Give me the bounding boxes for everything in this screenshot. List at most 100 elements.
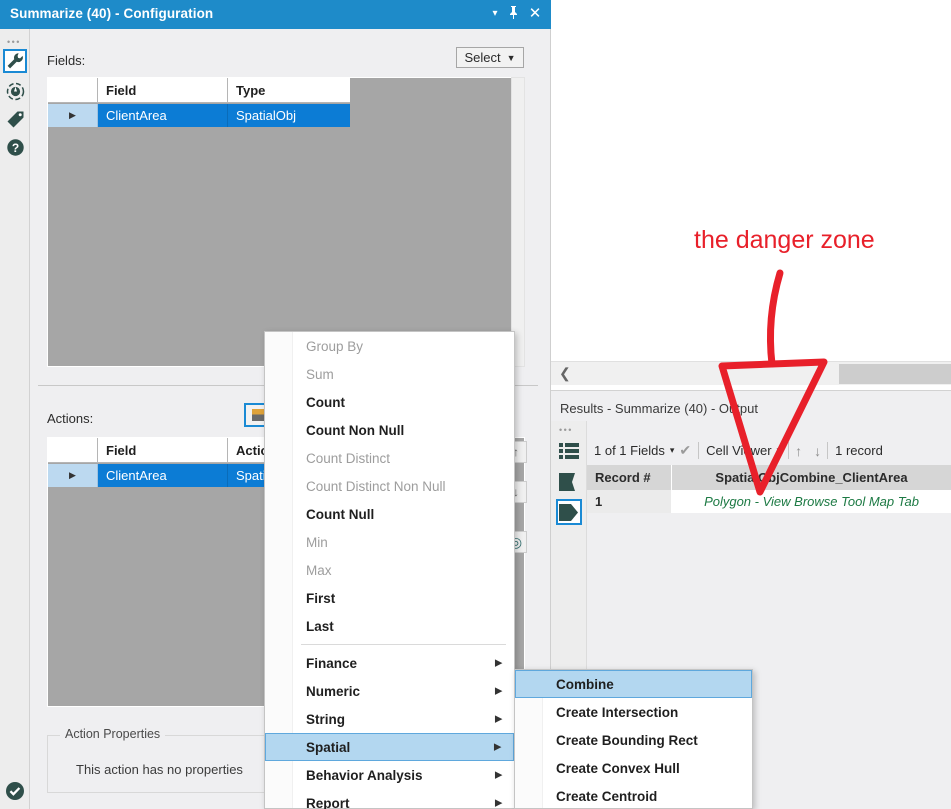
chevron-right-icon: ▶ <box>494 741 501 752</box>
menu-item-label: Group By <box>306 338 364 354</box>
check-icon[interactable]: ✔ <box>679 442 691 459</box>
actions-cell-field[interactable]: ClientArea <box>98 464 228 487</box>
records-list-icon[interactable] <box>556 438 582 464</box>
menu-item-count-distinct-non-null[interactable]: Count Distinct Non Null <box>265 472 514 500</box>
menu-item-label: Min <box>306 534 328 550</box>
results-cell-record: 1 <box>587 490 672 513</box>
submenu-item-create-convex-hull[interactable]: Create Convex Hull <box>515 754 752 782</box>
menu-item-behavior-analysis[interactable]: Behavior Analysis ▶ <box>265 761 514 789</box>
fields-grid-header: Field Type <box>48 78 350 103</box>
action-properties-text: This action has no properties <box>76 762 243 777</box>
target-icon[interactable] <box>3 79 27 103</box>
menu-item-label: Report <box>306 795 350 809</box>
submenu-item-create-intersection[interactable]: Create Intersection <box>515 698 752 726</box>
menu-item-max[interactable]: Max <box>265 556 514 584</box>
menu-item-label: Max <box>306 562 332 578</box>
menu-item-sum[interactable]: Sum <box>265 360 514 388</box>
results-cell-value[interactable]: Polygon - View Browse Tool Map Tab <box>672 490 951 513</box>
config-icon-rail: ••• ? <box>0 29 30 809</box>
target-glyph <box>6 82 24 100</box>
results-title: Results - Summarize (40) - Output <box>560 401 758 416</box>
action-properties-legend: Action Properties <box>60 727 166 741</box>
menu-item-count-null[interactable]: Count Null <box>265 500 514 528</box>
cell-viewer-selector[interactable]: Cell Viewer ▾ <box>699 443 788 458</box>
data-table-icon[interactable] <box>556 469 582 495</box>
fields-vertical-scrollbar[interactable] <box>511 77 525 367</box>
row-handle[interactable]: ▶ <box>48 464 98 487</box>
menu-item-last[interactable]: Last <box>265 612 514 640</box>
menu-item-label: Last <box>306 618 334 634</box>
menu-item-label: First <box>306 590 336 606</box>
row-handle[interactable]: ▶ <box>48 104 98 127</box>
table-row[interactable]: ▶ ClientArea SpatialObj <box>48 104 350 127</box>
menu-item-first[interactable]: First <box>265 584 514 612</box>
close-icon[interactable]: ✕ <box>525 4 545 24</box>
submenu-item-create-centroid[interactable]: Create Centroid <box>515 782 752 809</box>
check-circle-glyph <box>6 782 24 800</box>
chevron-down-icon: ▼ <box>506 52 516 63</box>
menu-item-label: Count <box>306 394 345 410</box>
records-list-glyph <box>559 443 579 459</box>
tag-icon[interactable] <box>3 107 27 131</box>
scroll-left-icon[interactable]: ❮ <box>559 365 571 382</box>
menu-item-group-by[interactable]: Group By <box>265 332 514 360</box>
wrench-glyph <box>7 53 23 69</box>
results-table[interactable]: Record # SpatialObjCombine_ClientArea 1 … <box>587 465 951 513</box>
menu-item-count-distinct[interactable]: Count Distinct <box>265 444 514 472</box>
menu-item-min[interactable]: Min <box>265 528 514 556</box>
submenu-item-create-bounding-rect[interactable]: Create Bounding Rect <box>515 726 752 754</box>
fields-grid[interactable]: Field Type ▶ ClientArea SpatialObj <box>47 77 525 367</box>
pin-icon[interactable] <box>503 4 523 24</box>
menu-item-report[interactable]: Report ▶ <box>265 789 514 809</box>
menu-item-string[interactable]: String ▶ <box>265 705 514 733</box>
fields-header-field: Field <box>98 78 228 102</box>
map-polygon-glyph <box>559 503 578 521</box>
menu-item-spatial[interactable]: Spatial ▶ <box>265 733 514 761</box>
help-icon[interactable]: ? <box>3 135 27 159</box>
action-context-menu[interactable]: Group By Sum Count Count Non Null Count … <box>264 331 515 809</box>
menu-item-numeric[interactable]: Numeric ▶ <box>265 677 514 705</box>
chevron-right-icon: ▶ <box>495 657 502 668</box>
config-title: Summarize (40) - Configuration <box>10 6 214 21</box>
menu-item-label: Count Non Null <box>306 422 405 438</box>
chevron-right-icon: ▶ <box>495 685 502 696</box>
svg-text:?: ? <box>11 141 18 155</box>
spatial-submenu[interactable]: Combine Create Intersection Create Bound… <box>514 669 753 809</box>
menu-item-finance[interactable]: Finance ▶ <box>265 649 514 677</box>
scroll-up-icon[interactable]: ↑ <box>789 443 808 459</box>
check-circle-icon[interactable] <box>5 781 25 804</box>
chevron-right-icon: ▶ <box>495 713 502 724</box>
menu-item-label: Create Intersection <box>556 704 679 720</box>
menu-item-label: Create Centroid <box>556 788 658 804</box>
results-toolbar: 1 of 1 Fields ▾ ✔ Cell Viewer ▾ ↑ ↓ 1 re… <box>587 437 951 464</box>
select-button[interactable]: Select ▼ <box>456 47 524 68</box>
chevron-right-icon: ▶ <box>495 797 502 808</box>
menu-item-count[interactable]: Count <box>265 388 514 416</box>
menu-item-label: String <box>306 711 345 727</box>
scrollbar-thumb[interactable] <box>839 364 951 384</box>
results-header-spatial: SpatialObjCombine_ClientArea <box>715 470 908 485</box>
menu-item-label: Count Distinct Non Null <box>306 478 446 494</box>
app-root: Summarize (40) - Configuration ▾ ✕ ••• ?… <box>0 0 951 809</box>
actions-header-handle <box>48 438 98 462</box>
results-table-header: Record # SpatialObjCombine_ClientArea <box>587 465 951 490</box>
fields-label: Fields: <box>47 53 86 68</box>
scroll-down-icon[interactable]: ↓ <box>808 443 827 459</box>
map-polygon-icon[interactable] <box>556 499 582 525</box>
canvas-horizontal-scrollbar[interactable]: ❮ <box>551 361 951 385</box>
chevron-down-icon[interactable]: ▾ <box>485 4 505 24</box>
fields-selector[interactable]: 1 of 1 Fields ▾ ✔ <box>587 442 698 459</box>
menu-item-count-non-null[interactable]: Count Non Null <box>265 416 514 444</box>
menu-item-label: Count Null <box>306 506 375 522</box>
table-row[interactable]: 1 Polygon - View Browse Tool Map Tab <box>587 490 951 513</box>
results-drag-dots[interactable]: ••• <box>559 425 573 435</box>
cell-viewer-label: Cell Viewer <box>706 443 772 458</box>
fields-cell-type[interactable]: SpatialObj <box>228 104 350 127</box>
rail-drag-dots[interactable]: ••• <box>7 37 21 47</box>
menu-item-label: Combine <box>556 676 614 692</box>
workflow-canvas[interactable] <box>551 0 951 361</box>
menu-item-label: Numeric <box>306 683 361 699</box>
wrench-icon[interactable] <box>3 49 27 73</box>
submenu-item-combine[interactable]: Combine <box>515 670 752 698</box>
fields-cell-field[interactable]: ClientArea <box>98 104 228 127</box>
